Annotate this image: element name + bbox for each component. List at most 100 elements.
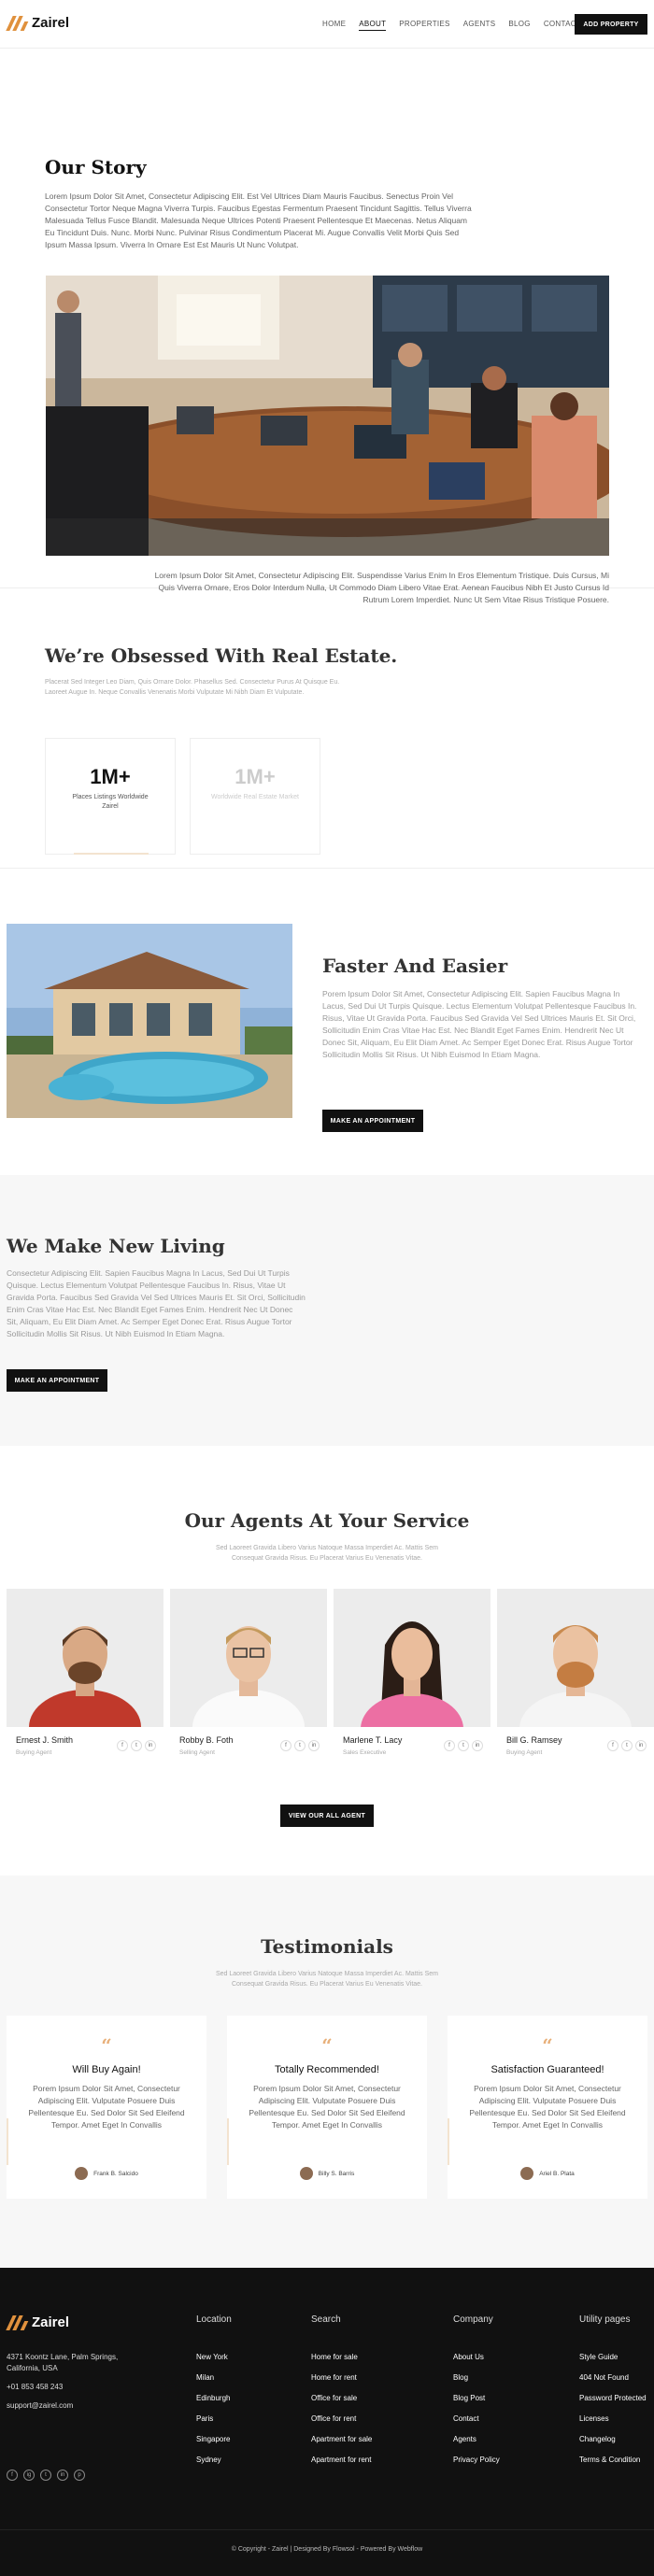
living-title: We Make New Living [7, 1235, 225, 1257]
footer-link[interactable]: Milan [196, 2368, 232, 2388]
testimonial-author: Ariel B. Plata [448, 2167, 647, 2180]
view-all-agents-button[interactable]: VIEW OUR ALL AGENT [280, 1805, 374, 1827]
footer-link[interactable]: Office for sale [311, 2388, 372, 2409]
footer-logo[interactable]: Zairel [6, 2314, 70, 2330]
footer-link[interactable]: Edinburgh [196, 2388, 232, 2409]
agent-name: Bill G. Ramsey [506, 1735, 562, 1745]
footer-link[interactable]: 404 Not Found [579, 2368, 647, 2388]
footer-link[interactable]: Agents [453, 2429, 500, 2450]
logo-text: Zairel [32, 15, 70, 31]
footer-link[interactable]: Paris [196, 2409, 232, 2429]
add-property-button[interactable]: ADD PROPERTY [575, 14, 647, 35]
faster-paragraph: Porem Ipsum Dolor Sit Amet, Consectetur … [322, 989, 637, 1059]
footer-link[interactable]: Changelog [579, 2429, 647, 2450]
agent-socials: f t in [117, 1740, 156, 1751]
author-name: Ariel B. Plata [539, 2170, 575, 2177]
footer-email[interactable]: support@zairel.com [7, 2400, 137, 2412]
footer-link[interactable]: Privacy Policy [453, 2450, 500, 2470]
footer-link[interactable]: Style Guide [579, 2347, 647, 2368]
nav-link-about[interactable]: ABOUT [359, 20, 387, 31]
footer-phone[interactable]: +01 853 458 243 [7, 2382, 137, 2393]
footer-link[interactable]: Office for rent [311, 2409, 372, 2429]
make-appointment-button[interactable]: MAKE AN APPOINTMENT [322, 1110, 423, 1132]
meeting-photo [46, 276, 609, 556]
living-paragraph: Consectetur Adipiscing Elit. Sapien Fauc… [7, 1268, 306, 1338]
obsessed-section: We’re Obsessed With Real Estate. Placera… [0, 588, 654, 869]
footer-column-search: Search Home for sale Home for rent Offic… [311, 2314, 372, 2470]
agent-photo [334, 1589, 490, 1727]
footer-link[interactable]: Contact [453, 2409, 500, 2429]
twitter-icon[interactable]: t [621, 1740, 633, 1751]
stat-value: 1M+ [235, 765, 276, 788]
nav-link-agents[interactable]: AGENTS [463, 20, 496, 31]
footer-column-title: Utility pages [579, 2314, 631, 2325]
footer-link[interactable]: Apartment for rent [311, 2450, 372, 2470]
agent-card[interactable]: Robby B. Foth Selling Agent f t in [170, 1589, 327, 1776]
agent-card[interactable]: Ernest J. Smith Buying Agent f t in [7, 1589, 164, 1776]
make-appointment-button-2[interactable]: MAKE AN APPOINTMENT [7, 1369, 107, 1392]
faster-section: Faster And Easier Porem Ipsum Dolor Sit … [0, 869, 654, 1175]
footer-link[interactable]: Blog [453, 2368, 500, 2388]
stat-value: 1M+ [90, 765, 131, 788]
agent-socials: f t in [280, 1740, 320, 1751]
footer-column-location: Location New York Milan Edinburgh Paris … [196, 2314, 232, 2470]
footer-link[interactable]: Sydney [196, 2450, 232, 2470]
agent-card[interactable]: Marlene T. Lacy Sales Executive f t in [334, 1589, 490, 1776]
nav-link-home[interactable]: HOME [322, 20, 346, 31]
card-accent [7, 2118, 8, 2165]
footer-link[interactable]: About Us [453, 2347, 500, 2368]
footer-link[interactable]: Apartment for sale [311, 2429, 372, 2450]
footer-link[interactable]: Blog Post [453, 2388, 500, 2409]
testimonials-paragraph: Sed Laoreet Gravida Libero Varius Natoqu… [216, 1971, 438, 1988]
linkedin-icon[interactable]: in [57, 2470, 68, 2481]
agent-role: Selling Agent [179, 1749, 215, 1756]
linkedin-icon[interactable]: in [308, 1740, 320, 1751]
footer-link[interactable]: Home for rent [311, 2368, 372, 2388]
obsessed-title: We’re Obsessed With Real Estate. [45, 644, 398, 667]
testimonial-title: Totally Recommended! [275, 2064, 379, 2075]
footer-link[interactable]: Licenses [579, 2409, 647, 2429]
stat-card: 1M+ Worldwide Real Estate Market [190, 738, 320, 855]
footer-link[interactable]: Singapore [196, 2429, 232, 2450]
agent-photo [497, 1589, 654, 1727]
footer-link[interactable]: New York [196, 2347, 232, 2368]
facebook-icon[interactable]: f [444, 1740, 455, 1751]
linkedin-icon[interactable]: in [472, 1740, 483, 1751]
facebook-icon[interactable]: f [117, 1740, 128, 1751]
logo-text: Zairel [32, 2314, 70, 2330]
testimonial-card: “ Totally Recommended! Porem Ipsum Dolor… [227, 2016, 427, 2199]
testimonial-title: Satisfaction Guaranteed! [490, 2064, 604, 2075]
twitter-icon[interactable]: t [294, 1740, 306, 1751]
agent-role: Buying Agent [16, 1749, 52, 1756]
twitter-icon[interactable]: t [131, 1740, 142, 1751]
testimonial-card: “ Will Buy Again! Porem Ipsum Dolor Sit … [7, 2016, 206, 2199]
twitter-icon[interactable]: t [40, 2470, 51, 2481]
footer-column-title: Company [453, 2314, 493, 2325]
linkedin-icon[interactable]: in [635, 1740, 647, 1751]
card-accent [448, 2118, 449, 2165]
pinterest-icon[interactable]: p [74, 2470, 85, 2481]
facebook-icon[interactable]: f [280, 1740, 291, 1751]
footer-link[interactable]: Home for sale [311, 2347, 372, 2368]
agent-card[interactable]: Bill G. Ramsey Buying Agent f t in [497, 1589, 654, 1776]
footer-link[interactable]: Terms & Condition [579, 2450, 647, 2470]
stat-card: 1M+ Places Listings Worldwide Zairel [45, 738, 176, 855]
logo[interactable]: Zairel [6, 15, 70, 31]
agent-name: Marlene T. Lacy [343, 1735, 403, 1745]
story-paragraph-1: Lorem Ipsum Dolor Sit Amet, Consectetur … [45, 191, 472, 249]
footer-link[interactable]: Password Protected [579, 2388, 647, 2409]
nav-link-properties[interactable]: PROPERTIES [399, 20, 449, 31]
linkedin-icon[interactable]: in [145, 1740, 156, 1751]
instagram-icon[interactable]: ig [23, 2470, 35, 2481]
footer-contact: 4371 Koontz Lane, Palm Springs, Californ… [7, 2352, 137, 2412]
footer-address: 4371 Koontz Lane, Palm Springs, Californ… [7, 2353, 119, 2372]
navbar: Zairel HOME ABOUT PROPERTIES AGENTS BLOG… [0, 0, 654, 49]
nav-link-blog[interactable]: BLOG [508, 20, 530, 31]
agent-socials: f t in [607, 1740, 647, 1751]
agent-photo [170, 1589, 327, 1727]
facebook-icon[interactable]: f [607, 1740, 618, 1751]
avatar [299, 2167, 313, 2180]
facebook-icon[interactable]: f [7, 2470, 18, 2481]
testimonial-author: Frank B. Salcido [7, 2167, 206, 2180]
twitter-icon[interactable]: t [458, 1740, 469, 1751]
